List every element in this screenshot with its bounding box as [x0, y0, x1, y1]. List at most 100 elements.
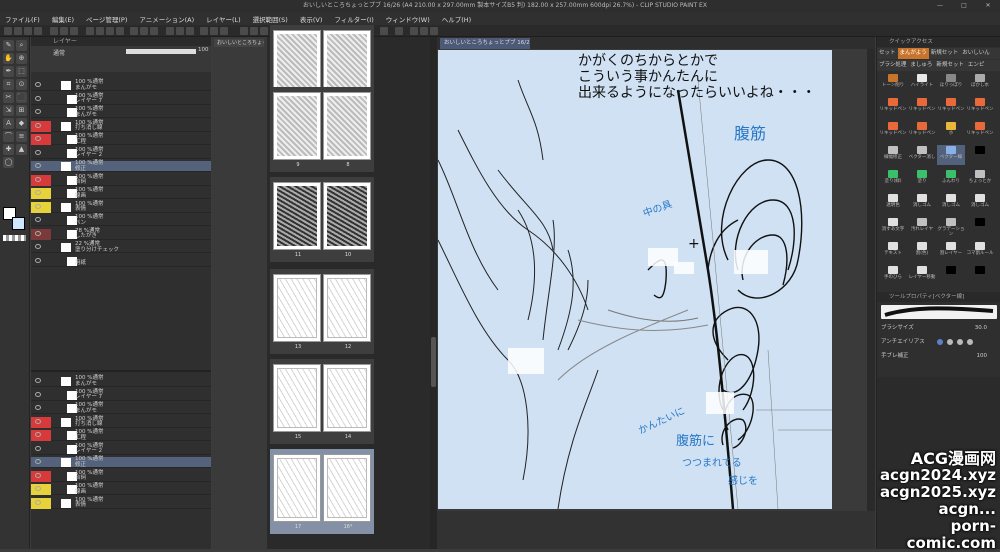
layer-row[interactable]: 100 %通常 打ち消し線: [31, 120, 211, 132]
command-icon[interactable]: [176, 27, 184, 35]
layer-row[interactable]: 100 %通常 レイヤー 2: [31, 147, 211, 159]
antialias-option[interactable]: [957, 339, 963, 345]
command-icon[interactable]: [420, 27, 428, 35]
canvas-vertical-scrollbar[interactable]: [867, 49, 875, 511]
page-thumbnail-right[interactable]: [323, 182, 371, 250]
tool-button[interactable]: ≡: [16, 131, 27, 142]
quick-access-tool[interactable]: ホ: [937, 121, 965, 141]
quick-access-tool[interactable]: 塗り: [908, 169, 936, 189]
tool-button[interactable]: ✚: [3, 144, 14, 155]
quick-access-tab[interactable]: 新規セット: [929, 48, 961, 59]
page-spread[interactable]: 17 16*: [270, 449, 374, 534]
layer-row[interactable]: 100 %通常 レイヤー 7: [31, 389, 211, 401]
menu-item[interactable]: レイヤー(L): [206, 14, 241, 24]
command-icon[interactable]: [220, 27, 228, 35]
quick-access-tool[interactable]: ふんわり: [937, 169, 965, 189]
tool-property-value[interactable]: 30.0: [975, 323, 987, 333]
command-icon[interactable]: [116, 27, 124, 35]
command-icon[interactable]: [250, 27, 258, 35]
layer-row[interactable]: 100 %通常 線画: [31, 483, 211, 495]
quick-access-tool[interactable]: グラデーション: [937, 217, 965, 237]
quick-access-tool[interactable]: ベクター消し: [908, 145, 936, 165]
quick-access-tool[interactable]: ベクター線: [937, 145, 965, 165]
layer-row[interactable]: 用紙: [31, 256, 211, 267]
page-thumbnail-left[interactable]: [273, 364, 321, 432]
background-color-swatch[interactable]: [12, 217, 25, 230]
eye-icon[interactable]: [35, 459, 41, 464]
eye-icon[interactable]: [35, 190, 41, 195]
eye-icon[interactable]: [35, 122, 41, 128]
layer-row[interactable]: 100 %通常 レイヤー 2: [31, 443, 211, 455]
page-manager-scrollbar[interactable]: [430, 37, 437, 549]
antialias-option[interactable]: [947, 339, 953, 345]
layer-row[interactable]: 100 %通常 台詞: [31, 470, 211, 482]
quick-access-tool[interactable]: ほりっぽり: [937, 73, 965, 93]
maximize-button[interactable]: □: [952, 0, 976, 12]
quick-access-tool[interactable]: [966, 145, 994, 165]
drawing-canvas[interactable]: かがくのちからとかで こういう事かんたんに 出来るようになったらいいよね・・・ …: [438, 50, 832, 509]
layer-row[interactable]: 100 %通常 打ち消し線: [31, 416, 211, 428]
page-spread[interactable]: 11 10: [270, 177, 374, 262]
command-icon[interactable]: [106, 27, 114, 35]
layer-row[interactable]: 100 %通常 レイヤー 7: [31, 93, 211, 105]
page-thumbnail-right[interactable]: [323, 92, 371, 160]
command-icon[interactable]: [210, 27, 218, 35]
tool-property-value[interactable]: 100: [977, 351, 988, 361]
eye-icon[interactable]: [35, 95, 41, 101]
command-icon[interactable]: [70, 27, 78, 35]
eye-icon[interactable]: [35, 82, 41, 87]
quick-access-tool[interactable]: トーン削り: [879, 73, 907, 93]
layer-row[interactable]: 100 %通常 まんがモ: [31, 79, 211, 91]
command-icon[interactable]: [186, 27, 194, 35]
page-thumbnail-right[interactable]: [323, 454, 371, 522]
quick-access-tool[interactable]: 割レイヤー: [937, 241, 965, 261]
layer-row[interactable]: 100 %通常 表情: [31, 497, 211, 509]
quick-access-tab[interactable]: エンピ: [966, 60, 987, 71]
quick-access-tool[interactable]: リキッドペン: [937, 97, 965, 117]
command-icon[interactable]: [4, 27, 12, 35]
eye-icon[interactable]: [35, 257, 41, 263]
layer-row[interactable]: 22 %通常 塗り分けチェック: [31, 241, 211, 253]
command-icon[interactable]: [60, 27, 68, 35]
eye-icon[interactable]: [35, 149, 41, 155]
eye-icon[interactable]: [35, 486, 41, 491]
quick-access-tool[interactable]: コマ割ルール: [966, 241, 994, 261]
page-thumbnail-left[interactable]: [273, 182, 321, 250]
quick-access-tool[interactable]: ぼかし水: [966, 73, 994, 93]
page-manager-scroll-thumb[interactable]: [431, 337, 436, 387]
layer-row[interactable]: 100 %通常 ペン: [31, 214, 211, 226]
tool-button[interactable]: ✂: [3, 92, 14, 103]
command-icon[interactable]: [240, 27, 248, 35]
tool-button[interactable]: ✎: [3, 40, 14, 51]
page-spread[interactable]: 15 14: [270, 359, 374, 444]
layer-row[interactable]: 100 %通常 修正: [31, 456, 211, 468]
command-icon[interactable]: [200, 27, 208, 35]
tool-button[interactable]: ⌕: [16, 40, 27, 51]
eye-icon[interactable]: [35, 109, 41, 114]
tool-button[interactable]: ⊞: [16, 105, 27, 116]
tool-button[interactable]: ✋: [3, 53, 14, 64]
menu-item[interactable]: ヘルプ(H): [442, 14, 471, 24]
command-icon[interactable]: [150, 27, 158, 35]
tool-button[interactable]: ⌗: [3, 79, 14, 90]
command-icon[interactable]: [260, 27, 268, 35]
quick-access-tool[interactable]: リキッドペン: [966, 121, 994, 141]
antialias-option[interactable]: [967, 339, 973, 345]
page-thumbnail-right[interactable]: [323, 364, 371, 432]
layer-row[interactable]: 100 %通常 工程: [31, 429, 211, 441]
quick-access-tool[interactable]: [937, 265, 965, 285]
command-icon[interactable]: [86, 27, 94, 35]
menu-item[interactable]: ファイル(F): [5, 14, 40, 24]
command-icon[interactable]: [395, 27, 403, 35]
eye-icon[interactable]: [35, 405, 41, 410]
quick-access-tool[interactable]: テキスト: [879, 241, 907, 261]
quick-access-tool[interactable]: 線幅修正: [879, 145, 907, 165]
layer-row[interactable]: 100 %通常 まんがモ: [31, 375, 211, 387]
tool-button[interactable]: ◆: [16, 118, 27, 129]
layer-row[interactable]: 100 %通常 まんがモ: [31, 106, 211, 118]
eye-icon[interactable]: [35, 391, 41, 397]
quick-access-tool[interactable]: リキッドペン: [879, 121, 907, 141]
page-thumbnail-right[interactable]: [323, 274, 371, 342]
quick-access-tool[interactable]: リキッドペン: [908, 97, 936, 117]
quick-access-tool[interactable]: リキッドペン: [908, 121, 936, 141]
